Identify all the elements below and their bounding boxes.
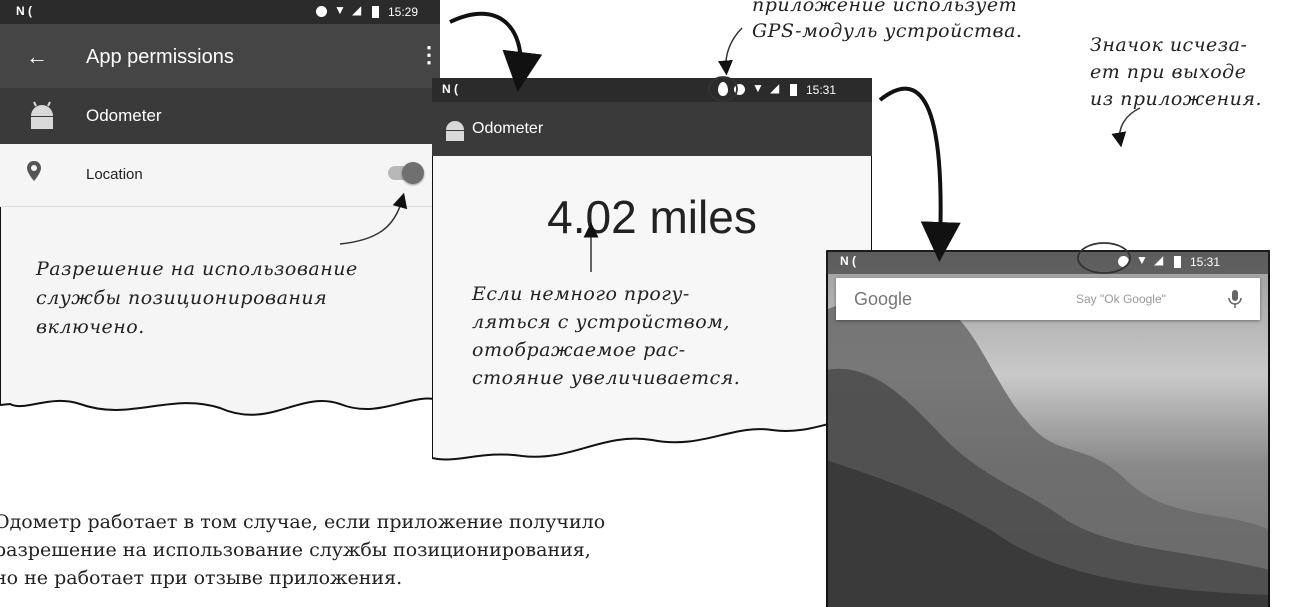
highlight-location-icon <box>708 76 738 102</box>
annotation-arrows <box>339 11 1141 274</box>
arrow-gps-note <box>717 27 743 76</box>
arrow-permission-note <box>339 192 408 245</box>
arrow-screen1-to-screen2 <box>449 11 543 92</box>
highlight-missing-icon <box>1077 242 1131 274</box>
arrow-screen2-to-screen3 <box>878 86 961 262</box>
arrow-icon-note <box>1111 107 1141 148</box>
